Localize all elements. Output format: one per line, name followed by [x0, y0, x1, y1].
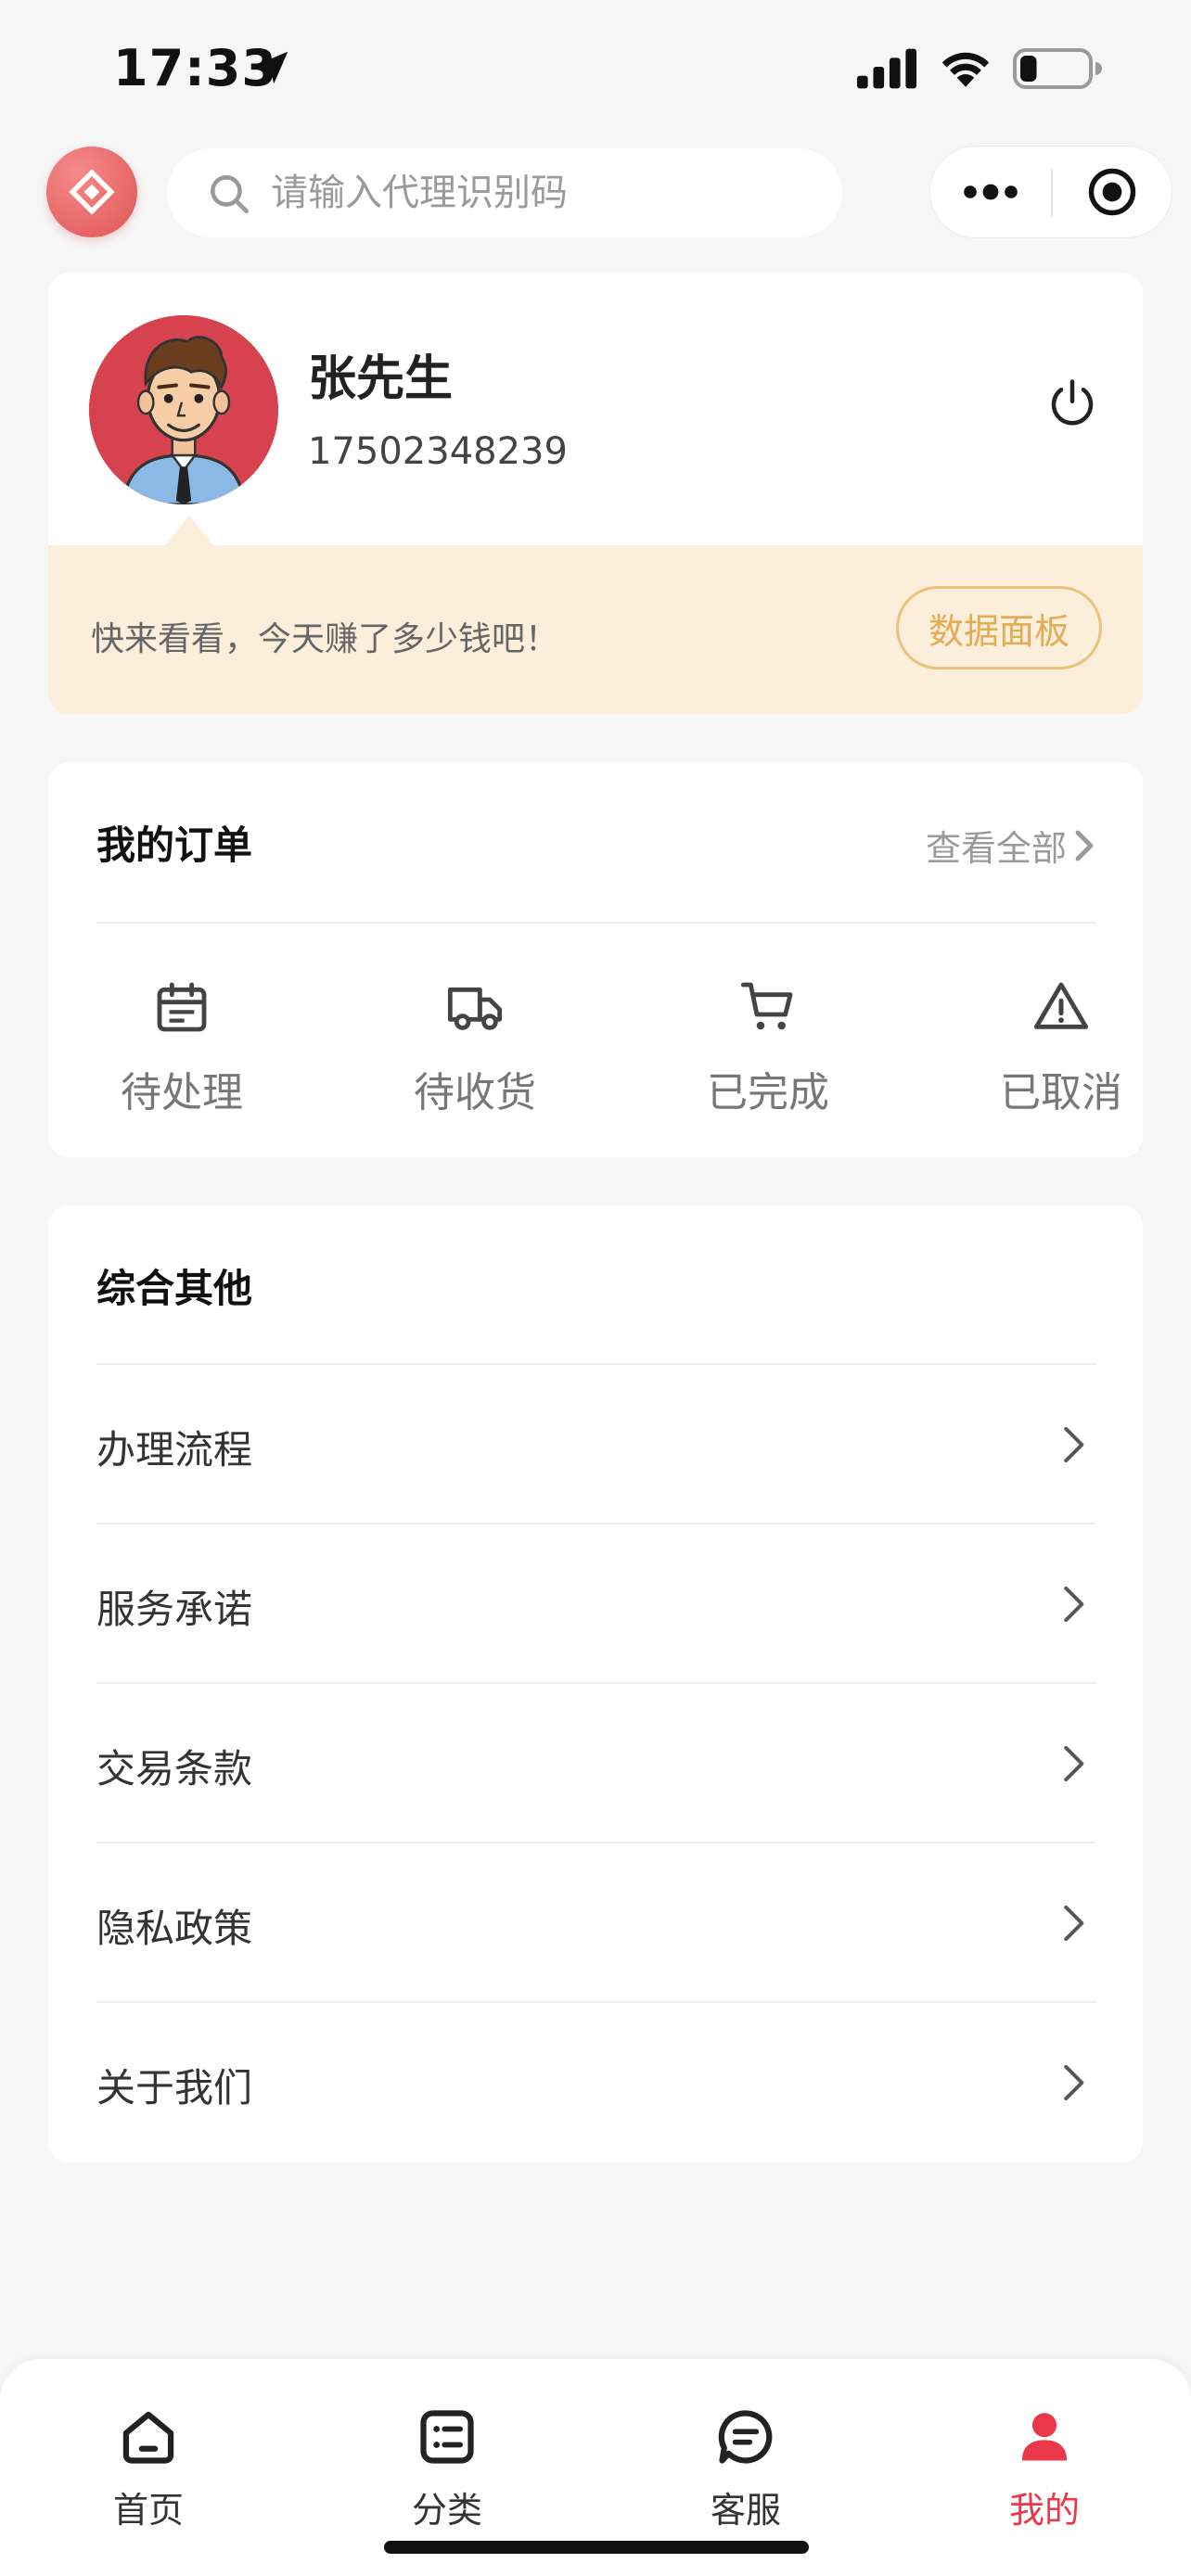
chevron-right-icon: [1064, 2064, 1084, 2101]
chevron-right-icon: [1064, 1905, 1084, 1942]
order-completed[interactable]: 已完成: [683, 977, 868, 1126]
wifi-icon: [941, 52, 990, 87]
others-card: 综合其他 办理流程 服务承诺 交易条款 隐私政策 关于我们: [48, 1205, 1143, 2162]
power-logout-icon[interactable]: [1044, 375, 1100, 430]
search-box[interactable]: [167, 148, 842, 237]
tab-home[interactable]: 首页: [69, 2405, 226, 2554]
menu-item-label: 隐私政策: [96, 1906, 253, 1951]
order-to-receive-label: 待收货: [414, 1069, 536, 1116]
order-cancelled[interactable]: 已取消: [976, 977, 1161, 1126]
order-pending[interactable]: 待处理: [96, 977, 282, 1126]
tab-category[interactable]: 分类: [367, 2405, 525, 2554]
orders-card: 我的订单 查看全部 待处理 待收货 已完成 已取消: [48, 762, 1143, 1157]
menu-item-process[interactable]: 办理流程: [96, 1365, 1096, 1524]
location-arrow-icon: [255, 51, 288, 84]
menu-item-about[interactable]: 关于我们: [96, 2003, 1096, 2162]
tab-service[interactable]: 客服: [666, 2405, 824, 2554]
promo-text: 快来看看，今天赚了多少钱吧！: [91, 620, 559, 658]
status-bar: 17:33: [0, 0, 1191, 139]
chevron-right-icon: [1064, 1745, 1084, 1782]
chevron-right-icon: [1075, 830, 1094, 861]
view-all-label: 查看全部: [925, 828, 1067, 869]
menu-item-privacy[interactable]: 隐私政策: [96, 1843, 1096, 2003]
profile-card: 张先生 17502348239 快来看看，今天赚了多少钱吧！ 数据面板: [48, 273, 1143, 714]
cart-icon: [740, 982, 793, 1030]
menu-item-label: 关于我们: [96, 2065, 253, 2111]
user-name: 张先生: [308, 351, 454, 407]
tab-mine[interactable]: 我的: [965, 2405, 1122, 2554]
close-miniprogram-button[interactable]: [1053, 147, 1172, 237]
more-button[interactable]: [930, 147, 1051, 237]
avatar[interactable]: [89, 315, 278, 504]
orders-title: 我的订单: [96, 823, 253, 868]
others-title: 综合其他: [96, 1266, 253, 1311]
home-icon: [122, 2411, 174, 2464]
menu-item-label: 交易条款: [96, 1746, 253, 1792]
chevron-right-icon: [1064, 1586, 1084, 1623]
view-all-orders-link[interactable]: 查看全部: [926, 820, 1096, 871]
list-icon: [420, 2410, 474, 2464]
warning-icon: [1033, 982, 1089, 1029]
miniprogram-capsule: [929, 146, 1172, 238]
order-pending-label: 待处理: [121, 1069, 243, 1116]
target-close-icon: [1088, 168, 1136, 216]
promo-pointer: [165, 516, 213, 545]
app-logo[interactable]: [46, 147, 137, 237]
menu-item-terms[interactable]: 交易条款: [96, 1684, 1096, 1843]
search-icon: [211, 175, 250, 214]
orders-divider: [96, 922, 1096, 924]
more-dots-icon: [964, 184, 1018, 200]
menu-item-label: 服务承诺: [96, 1587, 253, 1632]
cellular-signal-icon: [857, 48, 917, 89]
calendar-icon: [157, 982, 207, 1032]
logo-diamond-icon: [69, 169, 115, 215]
home-indicator: [384, 2541, 809, 2554]
user-icon: [1021, 2413, 1068, 2461]
cartoon-man-avatar-icon: [89, 315, 278, 504]
order-completed-label: 已完成: [707, 1069, 829, 1116]
battery-icon: [1013, 48, 1102, 89]
search-input[interactable]: [271, 165, 809, 221]
tab-service-label: 客服: [710, 2490, 781, 2531]
tab-category-label: 分类: [411, 2490, 482, 2531]
menu-item-commitment[interactable]: 服务承诺: [96, 1524, 1096, 1684]
order-to-receive[interactable]: 待收货: [390, 977, 575, 1126]
dashboard-button[interactable]: 数据面板: [896, 586, 1102, 670]
user-phone: 17502348239: [308, 430, 568, 473]
chevron-right-icon: [1064, 1426, 1084, 1463]
tab-mine-label: 我的: [1008, 2490, 1080, 2531]
truck-icon: [447, 987, 503, 1030]
order-cancelled-label: 已取消: [1000, 1069, 1122, 1116]
tab-home-label: 首页: [112, 2490, 184, 2531]
menu-item-label: 办理流程: [96, 1427, 253, 1473]
chat-icon: [718, 2410, 773, 2464]
